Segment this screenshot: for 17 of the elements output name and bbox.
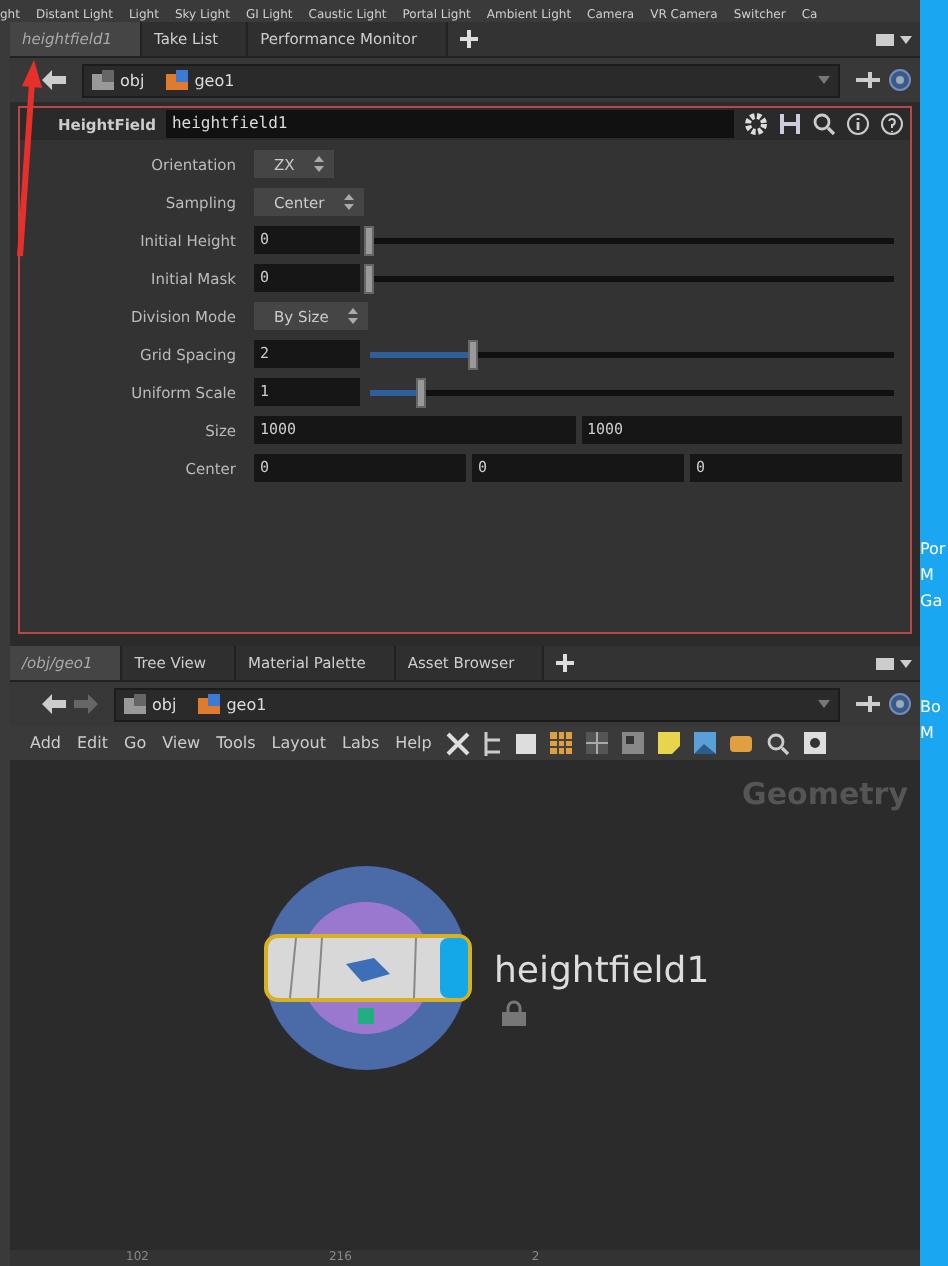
menu-item[interactable]: Labs (342, 734, 380, 752)
menu-item[interactable]: Layout (271, 734, 326, 752)
path-crumb[interactable]: geo1 (226, 695, 267, 713)
side-label: Por (920, 540, 948, 558)
menu-item[interactable]: Edit (77, 734, 108, 752)
path-crumb[interactable]: obj (152, 695, 177, 713)
path-crumb[interactable]: geo1 (194, 71, 235, 89)
path-field[interactable]: obj geo1 (82, 63, 840, 97)
node-name-field[interactable]: heightfield1 (165, 110, 734, 138)
node-name: heightfield1 (494, 950, 710, 992)
menu-item[interactable]: View (162, 734, 201, 752)
menu-item[interactable]: Help (395, 734, 432, 752)
path-field[interactable]: obj geo1 (114, 687, 840, 721)
menu-item[interactable]: Go (124, 734, 147, 752)
menu-item[interactable]: Tools (216, 734, 256, 752)
path-crumb[interactable]: obj (120, 71, 145, 89)
menu-item[interactable]: Add (30, 734, 61, 752)
